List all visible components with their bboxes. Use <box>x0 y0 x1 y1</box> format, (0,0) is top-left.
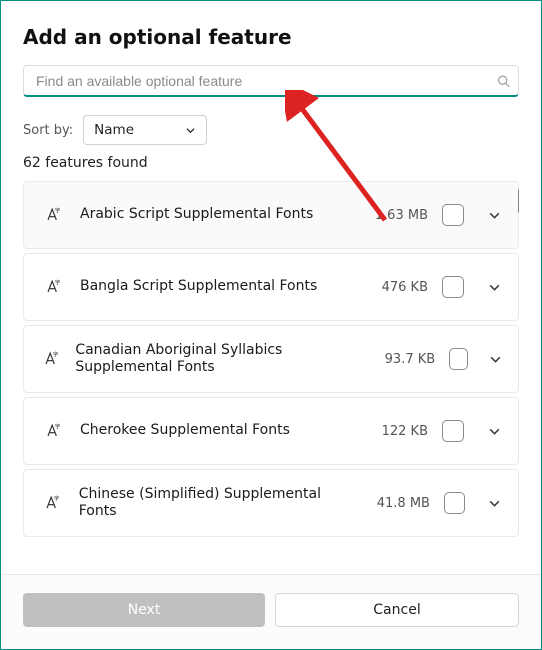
next-button-label: Next <box>128 602 161 618</box>
feature-row[interactable]: 字 Arabic Script Supplemental Fonts 1.63 … <box>23 181 519 249</box>
svg-text:字: 字 <box>55 423 61 431</box>
font-icon: 字 <box>40 205 66 225</box>
feature-checkbox[interactable] <box>442 276 464 298</box>
feature-row[interactable]: 字 Canadian Aboriginal Syllabics Suppleme… <box>23 325 519 393</box>
sort-by-label: Sort by: <box>23 123 73 138</box>
sort-row: Sort by: Name <box>23 115 519 145</box>
search-input[interactable] <box>34 72 490 90</box>
search-box[interactable] <box>23 65 519 97</box>
feature-size: 1.63 MB <box>362 208 428 223</box>
font-icon: 字 <box>40 349 61 369</box>
cancel-button[interactable]: Cancel <box>275 593 519 627</box>
svg-text:字: 字 <box>52 351 58 359</box>
feature-name: Cherokee Supplemental Fonts <box>80 422 348 440</box>
sort-select-value: Name <box>94 122 134 138</box>
feature-size: 122 KB <box>362 424 428 439</box>
svg-text:字: 字 <box>55 279 61 287</box>
feature-name: Canadian Aboriginal Syllabics Supplement… <box>75 342 367 377</box>
cancel-button-label: Cancel <box>373 602 420 618</box>
svg-text:字: 字 <box>55 207 61 215</box>
next-button[interactable]: Next <box>23 593 265 627</box>
expand-button[interactable] <box>485 497 504 510</box>
feature-checkbox[interactable] <box>449 348 467 370</box>
feature-checkbox[interactable] <box>444 492 465 514</box>
font-icon: 字 <box>40 493 65 513</box>
font-icon: 字 <box>40 277 66 297</box>
svg-text:字: 字 <box>54 495 60 503</box>
dialog-window: Add an optional feature Sort by: Name 62… <box>0 0 542 650</box>
chevron-down-icon <box>185 125 196 136</box>
expand-button[interactable] <box>488 353 504 366</box>
feature-name: Bangla Script Supplemental Fonts <box>80 278 348 296</box>
feature-size: 41.8 MB <box>367 496 430 511</box>
sort-select[interactable]: Name <box>83 115 207 145</box>
feature-size: 476 KB <box>362 280 428 295</box>
feature-checkbox[interactable] <box>442 420 464 442</box>
expand-button[interactable] <box>484 281 504 294</box>
feature-name: Chinese (Simplified) Supplemental Fonts <box>79 486 354 521</box>
feature-row[interactable]: 字 Bangla Script Supplemental Fonts 476 K… <box>23 253 519 321</box>
feature-name: Arabic Script Supplemental Fonts <box>80 206 348 224</box>
font-icon: 字 <box>40 421 66 441</box>
feature-list: 字 Arabic Script Supplemental Fonts 1.63 … <box>23 181 519 574</box>
feature-row[interactable]: 字 Chinese (Simplified) Supplemental Font… <box>23 469 519 537</box>
dialog-footer: Next Cancel <box>1 574 541 649</box>
expand-button[interactable] <box>484 209 504 222</box>
feature-size: 93.7 KB <box>381 352 435 367</box>
search-icon <box>497 74 510 87</box>
expand-button[interactable] <box>484 425 504 438</box>
feature-list-inner: 字 Arabic Script Supplemental Fonts 1.63 … <box>23 181 519 537</box>
scrollbar-thumb[interactable] <box>518 189 519 213</box>
feature-row[interactable]: 字 Cherokee Supplemental Fonts 122 KB <box>23 397 519 465</box>
page-title: Add an optional feature <box>23 25 519 49</box>
dialog-content: Add an optional feature Sort by: Name 62… <box>1 1 541 574</box>
results-count: 62 features found <box>23 155 519 171</box>
feature-checkbox[interactable] <box>442 204 464 226</box>
